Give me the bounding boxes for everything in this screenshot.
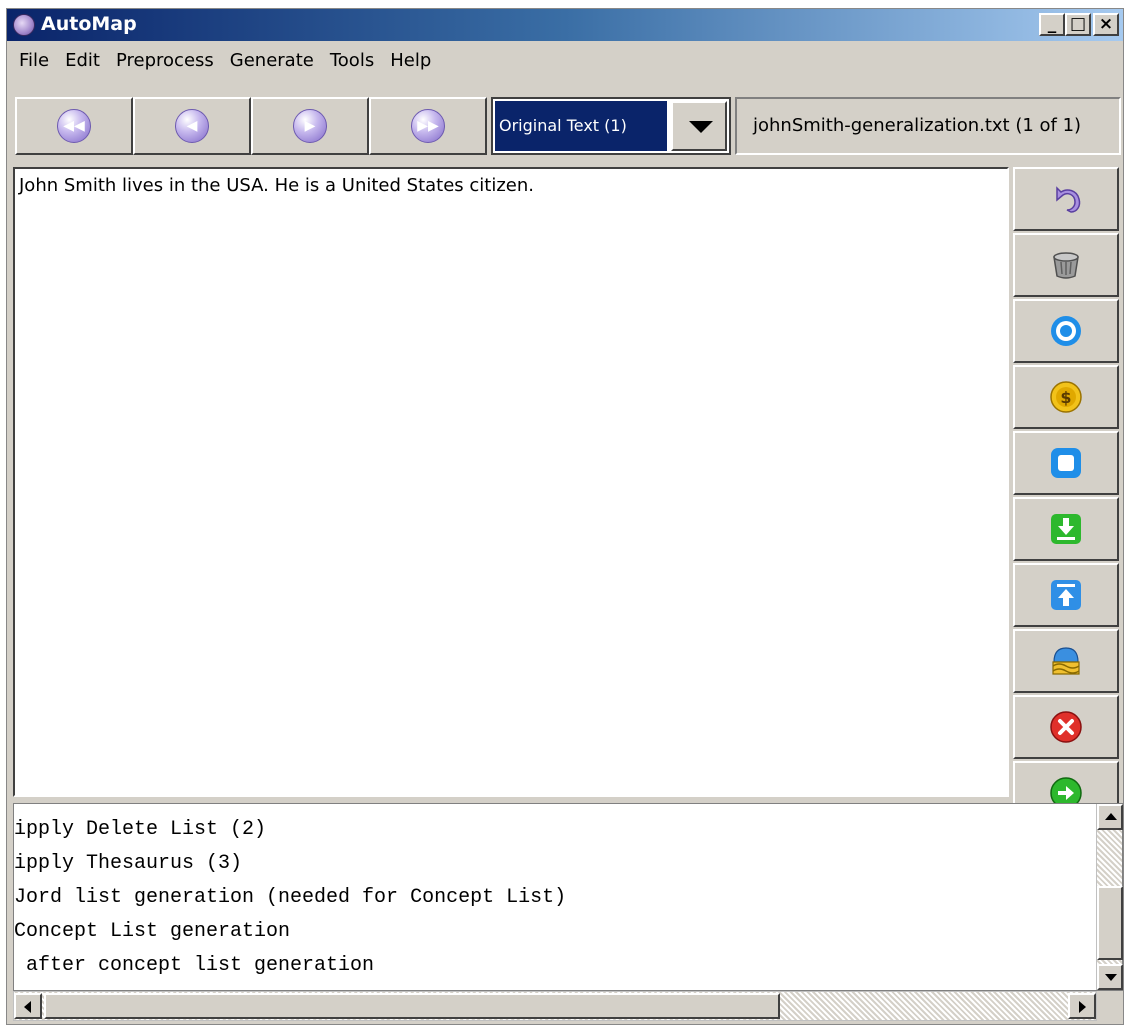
tool-strip: $: [1011, 167, 1123, 803]
view-select[interactable]: Original Text (1): [491, 97, 731, 155]
text-editor[interactable]: John Smith lives in the USA. He is a Uni…: [13, 167, 1009, 797]
vertical-scrollbar[interactable]: [1096, 804, 1123, 990]
coin-button[interactable]: $: [1013, 365, 1119, 429]
app-window: AutoMap _ □ × File Edit Preprocess Gener…: [6, 8, 1124, 1025]
scroll-up-button[interactable]: [1097, 804, 1123, 830]
title-bar[interactable]: AutoMap _ □ ×: [7, 9, 1123, 41]
editor-text: John Smith lives in the USA. He is a Uni…: [19, 175, 535, 196]
square-button[interactable]: [1013, 431, 1119, 495]
menu-generate[interactable]: Generate: [222, 50, 322, 71]
scroll-down-button[interactable]: [1097, 964, 1123, 990]
first-button[interactable]: ◀◀: [15, 97, 133, 155]
target-icon: [1051, 316, 1081, 346]
log-line: ipply Delete List (2): [14, 818, 267, 841]
vertical-scroll-thumb[interactable]: [1097, 886, 1123, 960]
thesaurus-button[interactable]: [1013, 629, 1119, 693]
delete-list-icon: [1053, 252, 1079, 279]
upload-button[interactable]: [1013, 563, 1119, 627]
svg-text:$: $: [1060, 388, 1071, 407]
square-icon: [1051, 448, 1081, 478]
minimize-button[interactable]: _: [1039, 13, 1065, 36]
download-button[interactable]: [1013, 497, 1119, 561]
last-icon: ▶▶: [411, 109, 445, 143]
arrow-left-icon: [24, 1001, 31, 1013]
view-select-dropdown-button[interactable]: [671, 101, 727, 151]
delete-list-button[interactable]: [1013, 233, 1119, 297]
log-line: after concept list generation: [14, 954, 375, 977]
log-line: Jord list generation (needed for Concept…: [14, 886, 567, 909]
log-line: Concept List generation: [14, 920, 291, 943]
arrow-up-icon: [1105, 813, 1117, 820]
next-button[interactable]: ▶: [251, 97, 369, 155]
coin-icon: $: [1050, 381, 1082, 413]
app-icon: [13, 14, 35, 36]
next-icon: ▶: [293, 109, 327, 143]
scrollbar-corner: [1097, 991, 1123, 1021]
menu-file[interactable]: File: [11, 50, 57, 71]
toolbar: ◀◀ ◀ ▶ ▶▶ Original Text (1) johnSmith-ge…: [7, 91, 1123, 159]
go-button[interactable]: [1013, 761, 1119, 803]
undo-button[interactable]: [1013, 167, 1119, 231]
menu-bar: File Edit Preprocess Generate Tools Help: [7, 43, 1123, 77]
menu-help[interactable]: Help: [382, 50, 439, 71]
scroll-left-button[interactable]: [14, 993, 42, 1019]
arrow-right-icon: [1079, 1001, 1086, 1013]
previous-icon: ◀: [175, 109, 209, 143]
scroll-right-button[interactable]: [1068, 993, 1096, 1019]
horizontal-scrollbar[interactable]: [13, 991, 1097, 1021]
file-label: johnSmith-generalization.txt (1 of 1): [735, 97, 1121, 155]
first-icon: ◀◀: [57, 109, 91, 143]
menu-edit[interactable]: Edit: [57, 50, 108, 71]
target-button[interactable]: [1013, 299, 1119, 363]
chevron-down-icon: [689, 121, 713, 133]
horizontal-scroll-thumb[interactable]: [44, 993, 780, 1019]
menu-tools[interactable]: Tools: [322, 50, 382, 71]
go-icon: [1050, 777, 1082, 803]
log-panel[interactable]: ipply Delete List (2) ipply Thesaurus (3…: [13, 803, 1123, 991]
close-button[interactable]: ×: [1093, 13, 1119, 36]
maximize-button[interactable]: □: [1065, 13, 1091, 36]
upload-icon: [1051, 580, 1081, 610]
thesaurus-icon: [1052, 647, 1080, 675]
last-button[interactable]: ▶▶: [369, 97, 487, 155]
window-title: AutoMap: [41, 13, 137, 35]
undo-icon: [1056, 186, 1081, 213]
stop-button[interactable]: [1013, 695, 1119, 759]
stop-icon: [1050, 711, 1082, 743]
view-select-value: Original Text (1): [495, 101, 667, 151]
log-line: ipply Thesaurus (3): [14, 852, 243, 875]
download-icon: [1051, 514, 1081, 544]
menu-preprocess[interactable]: Preprocess: [108, 50, 222, 71]
previous-button[interactable]: ◀: [133, 97, 251, 155]
arrow-down-icon: [1105, 974, 1117, 981]
